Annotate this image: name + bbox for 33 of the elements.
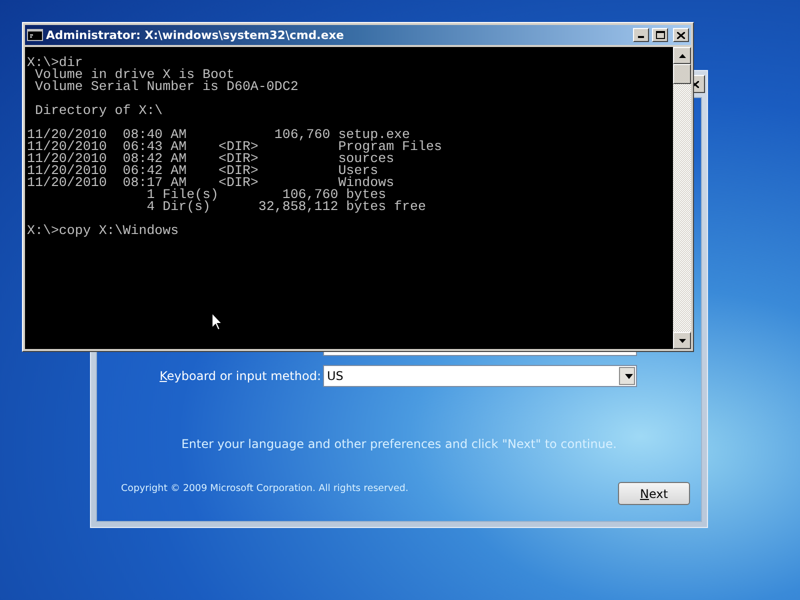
console-line: Directory of X:\	[34, 105, 163, 117]
console-line: 11/20/2010 08:17 AM <DIR> Windows	[27, 177, 394, 189]
console-line: Volume in drive X is Boot	[34, 69, 234, 81]
copyright-text: Copyright © 2009 Microsoft Corporation. All rights reserved.	[121, 483, 408, 494]
console-line: 11/20/2010 08:40 AM 106,760 setup.exe	[27, 129, 410, 141]
scroll-up-button[interactable]	[673, 47, 691, 64]
console-line: 11/20/2010 06:43 AM <DIR> Program Files	[27, 141, 442, 153]
close-button[interactable]	[673, 28, 689, 42]
down-arrow-icon	[678, 338, 686, 342]
dropdown-arrow-icon	[624, 374, 632, 378]
console-line: Volume Serial Number is D60A-0DC2	[34, 81, 298, 93]
console-line: X:\>copy X:\Windows	[27, 225, 179, 237]
scrollbar-thumb[interactable]	[673, 64, 691, 84]
console-line: 11/20/2010 08:42 AM <DIR> sources	[27, 153, 394, 165]
console-line: X:\>dir	[27, 57, 83, 69]
console-app-icon	[27, 29, 43, 41]
close-icon	[677, 32, 685, 38]
scroll-down-button[interactable]	[673, 332, 691, 349]
vertical-scrollbar[interactable]	[673, 47, 691, 349]
up-arrow-icon	[678, 54, 686, 58]
next-button[interactable]: Next	[618, 482, 690, 505]
dropdown-button[interactable]	[619, 367, 635, 385]
window-title: Administrator: X:\windows\system32\cmd.exe	[46, 28, 345, 42]
console-line: 4 Dir(s) 32,858,112 bytes free	[146, 201, 426, 213]
instruction-text: Enter your language and other preferences and click "Next" to continue.	[180, 437, 618, 451]
keyboard-label: Keyboard or input method:	[158, 369, 321, 383]
maximize-button[interactable]	[652, 28, 668, 42]
keyboard-dropdown[interactable]: US	[323, 365, 637, 387]
mouse-pointer-icon	[211, 312, 223, 331]
console-line: 1 File(s) 106,760 bytes	[146, 189, 386, 201]
console-line: 11/20/2010 06:42 AM <DIR> Users	[27, 165, 378, 177]
minimize-button[interactable]	[633, 28, 649, 42]
maximize-icon	[656, 31, 664, 39]
